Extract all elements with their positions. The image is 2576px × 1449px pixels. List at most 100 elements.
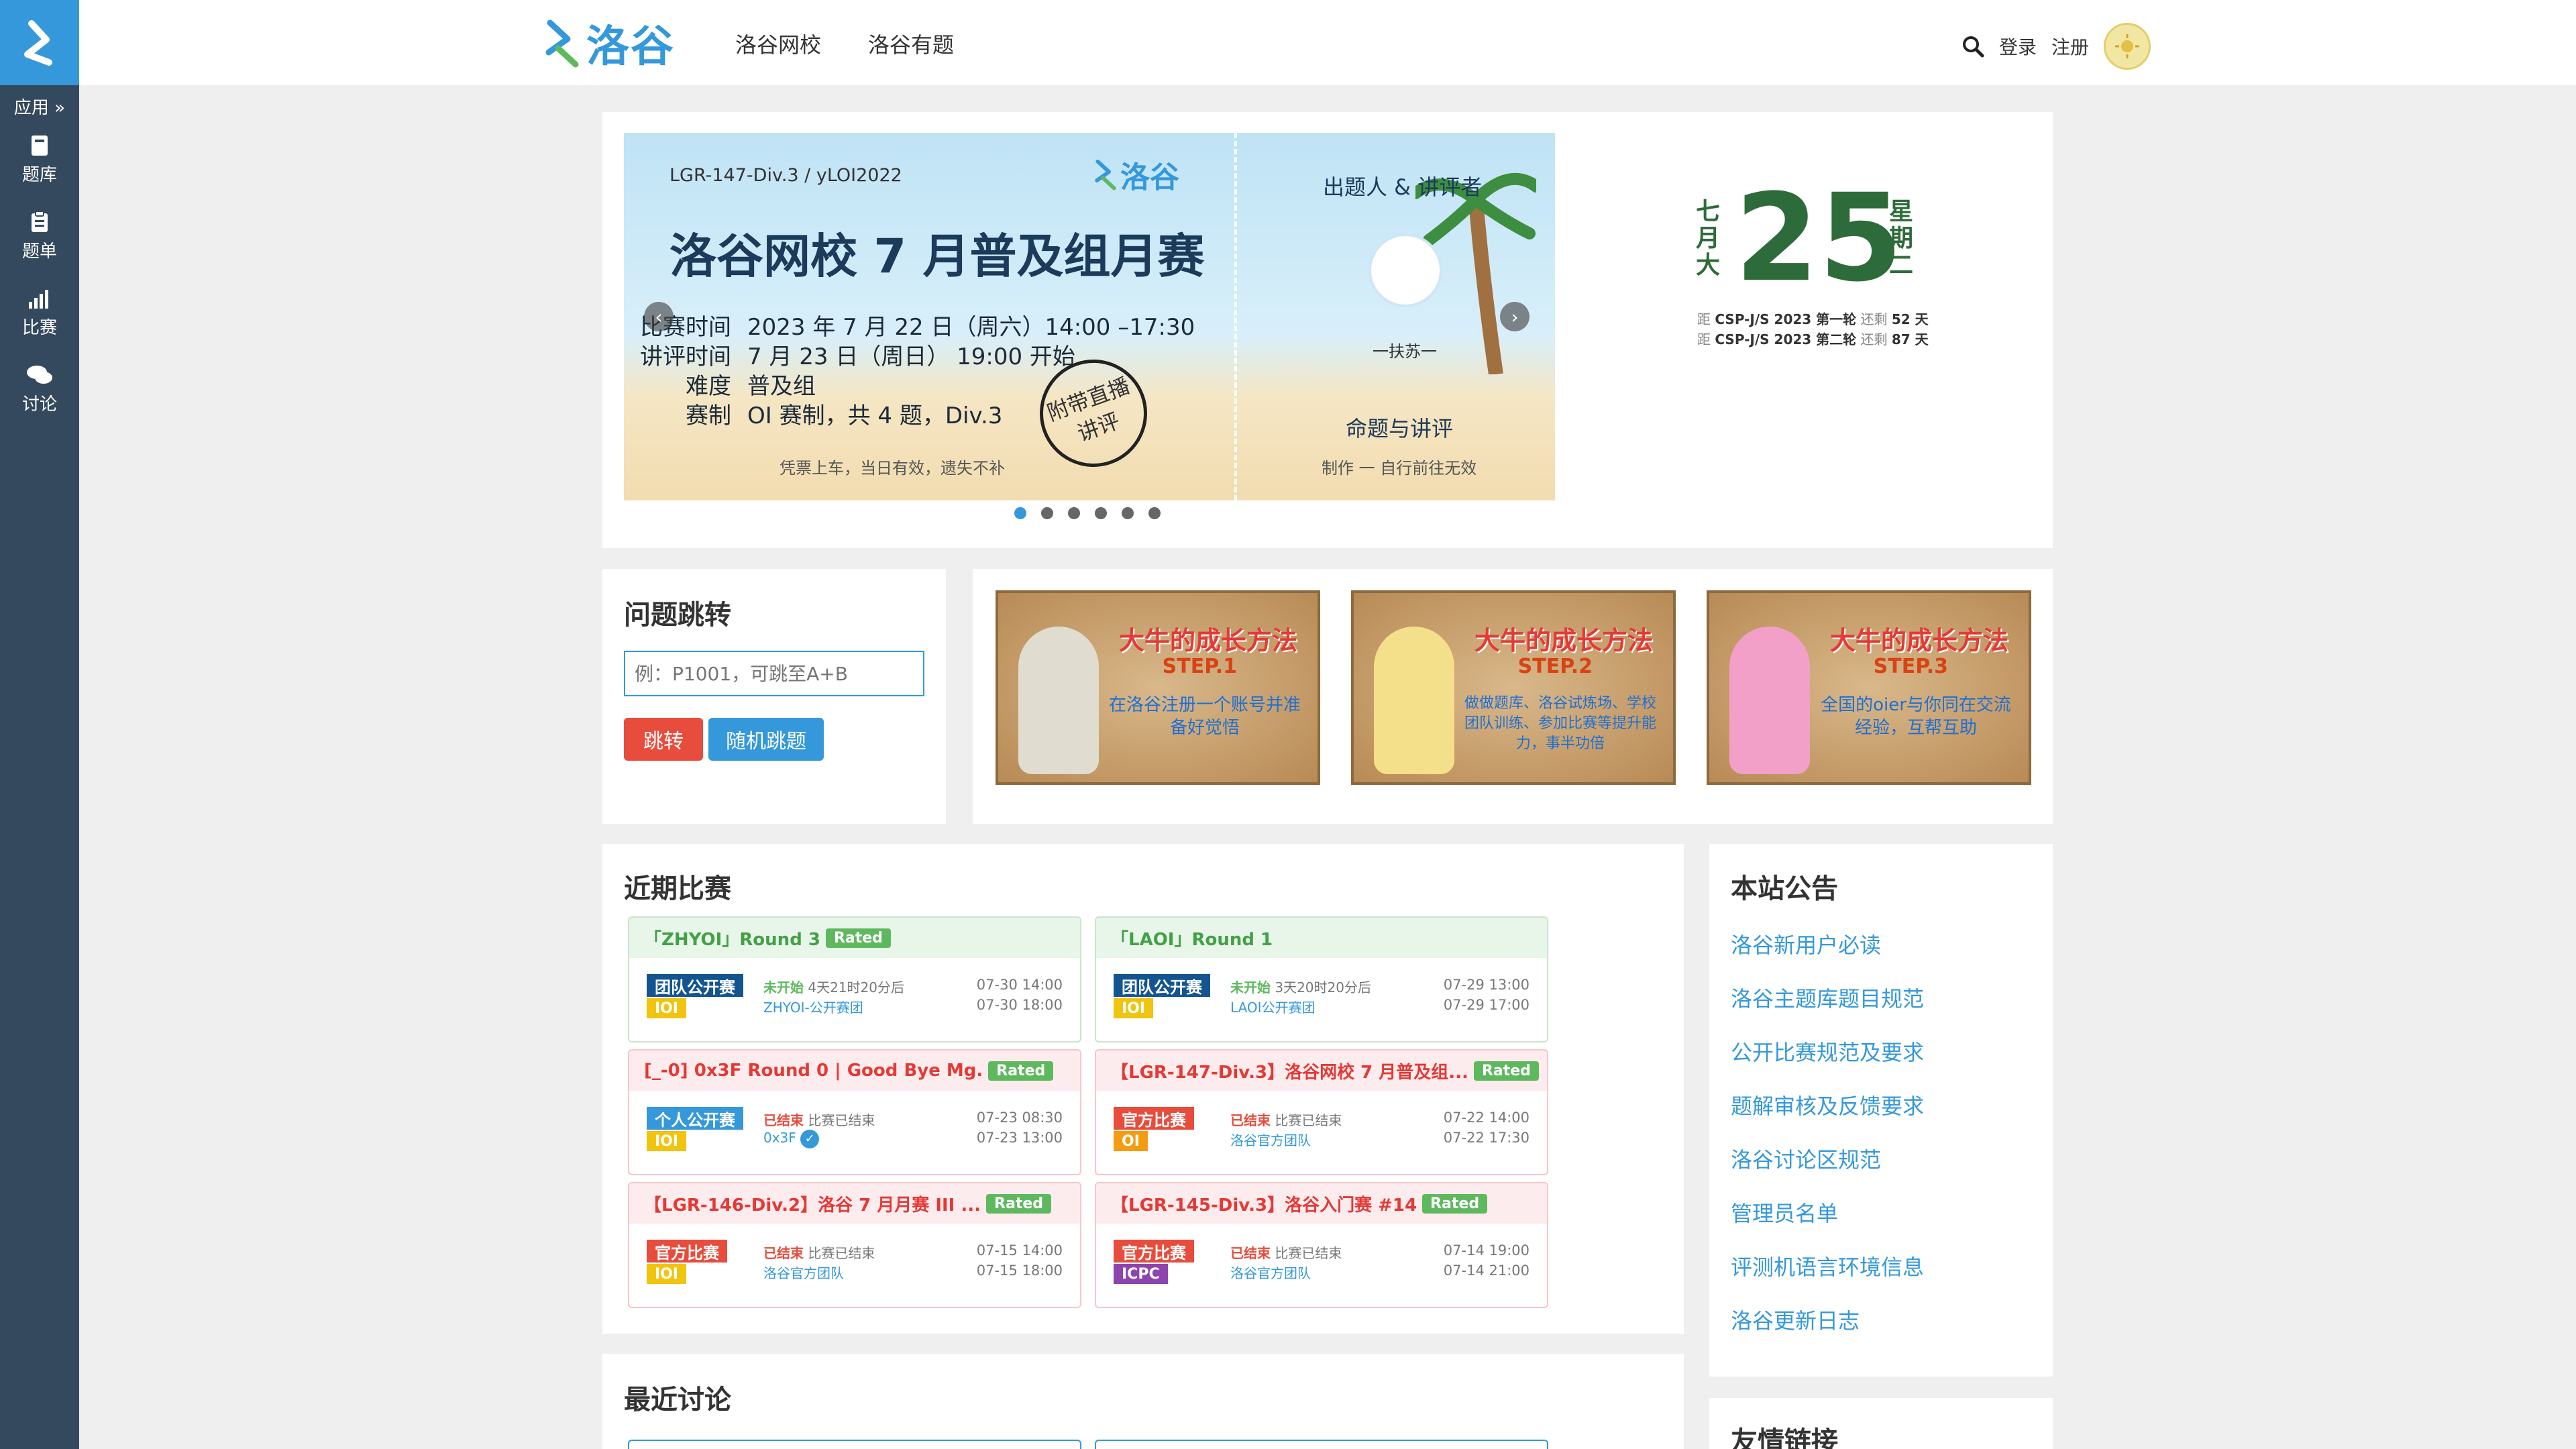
nav-luogu-youti[interactable]: 洛谷有题 <box>868 28 954 59</box>
contest-organizer[interactable]: 洛谷官方团队 <box>1230 1263 1311 1282</box>
login-link[interactable]: 登录 <box>1999 33 2037 60</box>
contest-header: 【LGR-147-Div.3】洛谷网校 7 月普及组... Rated <box>1096 1051 1547 1091</box>
carousel-dot[interactable] <box>1095 507 1107 519</box>
book-icon <box>32 136 48 156</box>
rated-badge: Rated <box>825 928 891 948</box>
announcement-link[interactable]: 洛谷新用户必读 <box>1731 928 1881 959</box>
announcement-link[interactable]: 题解审核及反馈要求 <box>1731 1089 1924 1120</box>
contest-card[interactable]: 「LAOI」Round 1 团队公开赛 IOI 未开始 3天20时20分后 LAOI公开… <box>1095 916 1548 1042</box>
contest-status: 未开始 3天20时20分后 <box>1230 979 1371 996</box>
contest-type-tag: 官方比赛 <box>1114 1107 1194 1130</box>
contest-name[interactable]: 「ZHYOI」Round 3 <box>644 926 820 951</box>
lunar-month: 七月大 <box>1696 198 1721 279</box>
contest-start-time: 07-23 08:30 <box>976 1110 1063 1126</box>
luogu-logo-icon <box>1095 159 1116 191</box>
contest-card[interactable]: 【LGR-145-Div.3】洛谷入门赛 #14 Rated 官方比赛 ICPC 已结束… <box>1095 1182 1548 1308</box>
contest-card[interactable]: 【LGR-147-Div.3】洛谷网校 7 月普及组... Rated 官方比赛 OI… <box>1095 1049 1548 1175</box>
sidebar-item-discuss[interactable]: 讨论 <box>0 364 79 415</box>
recent-contests-title: 近期比赛 <box>624 873 731 904</box>
banner-row: 讲评时间 7 月 23 日（周日） 19:00 开始 <box>640 343 1075 370</box>
mascot-icon <box>1368 233 1442 307</box>
contest-status: 已结束 比赛已结束 <box>1230 1245 1342 1261</box>
search-icon[interactable] <box>1962 35 1984 58</box>
contest-organizer[interactable]: 洛谷官方团队 <box>763 1263 844 1282</box>
banner-author-name: 一扶苏一 <box>1373 342 1437 361</box>
tutorial-image[interactable]: 大牛的成长方法 STEP.1 在洛谷注册一个账号并准备好觉悟 <box>996 590 1320 785</box>
contest-organizer[interactable]: 洛谷官方团队 <box>1230 1130 1311 1149</box>
register-link[interactable]: 注册 <box>2051 33 2089 60</box>
header-actions: 登录 注册 <box>1962 23 2151 70</box>
friendly-links-title: 友情链接 <box>1731 1426 1838 1449</box>
contest-start-time: 07-15 14:00 <box>976 1242 1063 1258</box>
contest-type-tag: 官方比赛 <box>1114 1240 1194 1263</box>
verified-icon: ✓ <box>800 1130 820 1148</box>
tutorial-image[interactable]: 大牛的成长方法 STEP.2 做做题库、洛谷试炼场、学校团队训练、参加比赛等提升… <box>1351 590 1676 785</box>
rated-badge: Rated <box>1473 1061 1539 1081</box>
carousel-dot[interactable] <box>1014 507 1026 519</box>
announcement-link[interactable]: 洛谷讨论区规范 <box>1731 1143 1881 1174</box>
contest-end-time: 07-14 21:00 <box>1443 1263 1529 1279</box>
banner-logo: 洛谷 <box>1093 153 1179 196</box>
contest-organizer[interactable]: 0x3F ✓ <box>763 1130 820 1148</box>
sun-avatar-icon <box>2115 34 2139 58</box>
announcement-link[interactable]: 公开比赛规范及要求 <box>1731 1036 1924 1067</box>
jump-button[interactable]: 跳转 <box>624 718 703 761</box>
carousel-prev-button[interactable]: ‹ <box>644 302 674 331</box>
discussion-item[interactable] <box>628 1440 1081 1449</box>
carousel-dot[interactable] <box>1041 507 1053 519</box>
carousel-next-button[interactable]: › <box>1500 302 1529 331</box>
contest-name[interactable]: [_-0] 0x3F Round 0 | Good Bye Mg. <box>644 1061 983 1081</box>
weekday: 星期二 <box>1889 198 1914 279</box>
carousel-dot[interactable] <box>1148 507 1161 519</box>
contest-organizer[interactable]: ZHYOI-公开赛团 <box>763 997 863 1016</box>
problem-jump-title: 问题跳转 <box>624 600 731 631</box>
banner-title: 洛谷网校 7 月普及组月赛 <box>669 229 1205 284</box>
luogu-logo-icon[interactable] <box>0 0 79 85</box>
avatar[interactable] <box>2104 23 2151 70</box>
contest-name[interactable]: 「LAOI」Round 1 <box>1111 926 1273 951</box>
sidebar-item-contests[interactable]: 比赛 <box>0 287 79 339</box>
apps-toggle[interactable]: 应用 » <box>0 94 79 119</box>
problem-jump-input[interactable] <box>624 651 924 696</box>
random-jump-button[interactable]: 随机跳题 <box>708 718 824 761</box>
contest-card[interactable]: [_-0] 0x3F Round 0 | Good Bye Mg. Rated 个人… <box>628 1049 1081 1175</box>
contest-name[interactable]: 【LGR-147-Div.3】洛谷网校 7 月普及组... <box>1111 1059 1468 1083</box>
banner-contest-tag: LGR-147-Div.3 / yLOI2022 <box>669 165 902 186</box>
contest-banner[interactable]: LGR-147-Div.3 / yLOI2022 洛谷 洛谷网校 7 月普及组月… <box>624 133 1555 500</box>
contest-header: 【LGR-146-Div.2】洛谷 7 月月赛 III ... Rated <box>629 1183 1080 1224</box>
banner-right-footer: 制作 一 自行前往无效 <box>1322 459 1477 478</box>
discussion-item[interactable] <box>1095 1440 1548 1449</box>
rated-badge: Rated <box>988 1061 1054 1081</box>
announcement-link[interactable]: 洛谷主题库题目规范 <box>1731 982 1924 1013</box>
carousel-dot[interactable] <box>1122 507 1134 519</box>
contest-status: 已结束 比赛已结束 <box>763 1112 875 1128</box>
announcement-link[interactable]: 评测机语言环境信息 <box>1731 1250 1924 1281</box>
contest-end-time: 07-23 13:00 <box>976 1130 1063 1146</box>
contest-start-time: 07-29 13:00 <box>1443 977 1529 993</box>
cartoon-figure-icon <box>1374 627 1454 774</box>
sidebar-item-problem-lists[interactable]: 题单 <box>0 211 79 262</box>
countdown-item: 距 CSP-J/S 2023 第一轮 还剩 52 天 <box>1697 311 1929 327</box>
announcement-link[interactable]: 洛谷更新日志 <box>1731 1304 1860 1335</box>
sidebar-item-problems[interactable]: 题库 <box>0 134 79 186</box>
contest-name[interactable]: 【LGR-145-Div.3】洛谷入门赛 #14 <box>1111 1191 1417 1216</box>
contest-header: 「LAOI」Round 1 <box>1096 918 1547 958</box>
announcement-link[interactable]: 管理员名单 <box>1731 1197 1838 1228</box>
ticket-divider <box>1234 133 1237 500</box>
rated-badge: Rated <box>986 1193 1052 1214</box>
contest-name[interactable]: 【LGR-146-Div.2】洛谷 7 月月赛 III ... <box>644 1191 981 1216</box>
contest-type-tag: 团队公开赛 <box>647 974 743 997</box>
chevron-left-icon: ‹ <box>655 305 663 328</box>
tutorial-image[interactable]: 大牛的成长方法 STEP.3 全国的oier与你同在交流经验，互帮互助 <box>1707 590 2031 785</box>
brand-logo[interactable]: 洛谷 <box>543 15 675 72</box>
banner-footer: 凭票上车，当日有效，遗失不补 <box>780 459 1005 478</box>
banner-row: 赛制 OI 赛制，共 4 题，Div.3 <box>686 402 1003 429</box>
contest-card[interactable]: 【LGR-146-Div.2】洛谷 7 月月赛 III ... Rated 官方比赛… <box>628 1182 1081 1308</box>
nav-luogu-school[interactable]: 洛谷网校 <box>735 28 821 59</box>
contest-end-time: 07-22 17:30 <box>1443 1130 1529 1146</box>
banner-author-sub: 命题与讲评 <box>1346 416 1454 441</box>
cartoon-figure-icon <box>1018 627 1099 774</box>
contest-card[interactable]: 「ZHYOI」Round 3 Rated 团队公开赛 IOI 未开始 4天21时20分后… <box>628 916 1081 1042</box>
contest-organizer[interactable]: LAOI公开赛团 <box>1230 997 1316 1016</box>
carousel-dot[interactable] <box>1068 507 1080 519</box>
